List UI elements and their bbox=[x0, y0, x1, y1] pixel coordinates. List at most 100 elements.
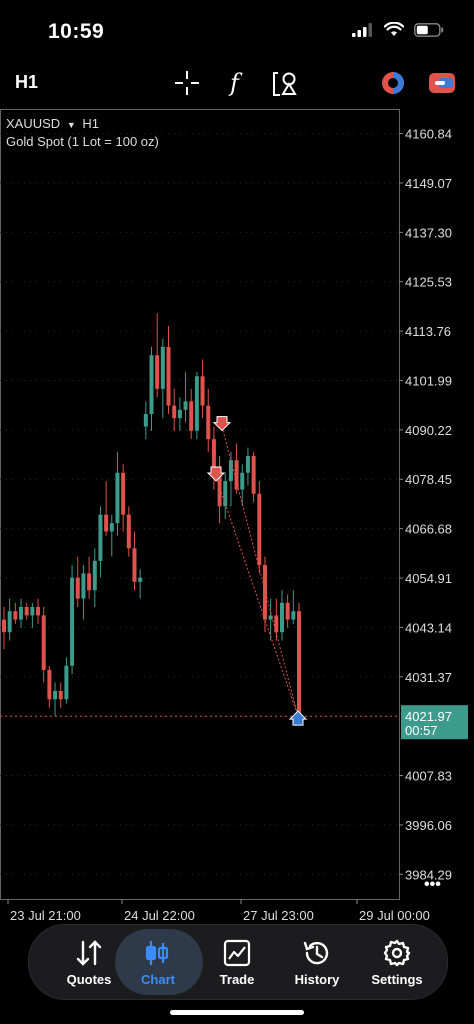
candle-body bbox=[297, 611, 301, 717]
candle-body bbox=[138, 577, 143, 582]
candle-body bbox=[47, 669, 52, 700]
status-time: 10:59 bbox=[48, 20, 105, 43]
y-tick-label: 4090.22 bbox=[405, 423, 452, 438]
tab-history[interactable]: History bbox=[277, 925, 357, 999]
objects-icon[interactable] bbox=[271, 68, 301, 98]
chart-symbol-label: XAUUSD ▼ H1 bbox=[6, 116, 99, 131]
x-tick-label: 23 Jul 21:00 bbox=[10, 908, 81, 923]
trade-link-line bbox=[221, 426, 299, 717]
candle-body bbox=[262, 565, 267, 620]
bar-countdown: 00:57 bbox=[405, 723, 438, 738]
candlestick-chart[interactable]: 4160.84 4149.07 4137.30 4125.53 4113.76 4101.… bbox=[0, 109, 474, 931]
candle-body bbox=[279, 602, 284, 633]
status-icons bbox=[352, 22, 444, 37]
candle-body bbox=[240, 472, 245, 490]
home-indicator bbox=[170, 1010, 304, 1015]
y-tick-label: 4160.84 bbox=[405, 127, 452, 142]
function-icon[interactable]: f bbox=[222, 68, 252, 98]
candle-body bbox=[58, 690, 63, 700]
x-tick-label: 24 Jul 22:00 bbox=[124, 908, 195, 923]
y-tick-label: 4101.99 bbox=[405, 373, 452, 388]
candle-body bbox=[251, 455, 256, 494]
symbol-description: Gold Spot (1 Lot = 100 oz) bbox=[6, 134, 159, 149]
candle-body bbox=[177, 409, 182, 419]
candle-body bbox=[53, 690, 58, 700]
tab-settings[interactable]: Settings bbox=[357, 925, 437, 999]
y-tick-label: 4125.53 bbox=[405, 275, 452, 290]
candle-body bbox=[194, 376, 199, 431]
candle-body bbox=[24, 606, 29, 616]
bottom-tab-bar: Quotes Chart Trade History Settings bbox=[28, 924, 448, 1000]
chart-area[interactable]: 4160.84 4149.07 4137.30 4125.53 4113.76 4101.… bbox=[0, 109, 474, 931]
candle-body bbox=[200, 376, 205, 406]
candle-body bbox=[19, 606, 24, 620]
current-price-value: 4021.97 bbox=[405, 709, 452, 724]
candle-body bbox=[149, 355, 154, 415]
status-bar: 10:59 bbox=[0, 0, 474, 60]
candle-body bbox=[109, 523, 114, 532]
candle-body bbox=[81, 573, 86, 599]
y-tick-label: 4078.45 bbox=[405, 472, 452, 487]
y-tick-label: 4007.83 bbox=[405, 769, 452, 784]
timeframe-button[interactable]: H1 bbox=[15, 72, 38, 93]
candle-body bbox=[155, 355, 160, 389]
svg-text:f: f bbox=[228, 70, 243, 96]
candle-body bbox=[291, 611, 296, 620]
tab-chart[interactable]: Chart bbox=[113, 925, 203, 999]
candle-body bbox=[2, 619, 6, 633]
tab-label: Trade bbox=[219, 972, 255, 987]
candle-body bbox=[36, 606, 41, 616]
candle-body bbox=[245, 455, 250, 473]
account-icon[interactable] bbox=[427, 68, 457, 98]
trade-link-line bbox=[215, 476, 299, 717]
candle-body bbox=[87, 573, 92, 591]
candle-body bbox=[75, 577, 80, 599]
candle-body bbox=[189, 401, 194, 431]
buy-arrow-icon bbox=[288, 710, 308, 726]
y-tick-label: 4054.91 bbox=[405, 571, 452, 586]
tab-label: Settings bbox=[371, 972, 423, 987]
candle-body bbox=[257, 493, 262, 566]
candle-body bbox=[7, 611, 12, 633]
candle-body bbox=[104, 514, 109, 532]
symbol-dropdown-icon[interactable]: ▼ bbox=[67, 120, 76, 130]
candle-body bbox=[160, 346, 165, 389]
plot-frame bbox=[0, 109, 400, 900]
more-options-icon[interactable]: ••• bbox=[424, 876, 441, 893]
candle-body bbox=[183, 401, 188, 410]
candle-body bbox=[228, 460, 233, 482]
candle-body bbox=[121, 472, 126, 515]
symbol-name: XAUUSD bbox=[6, 116, 61, 131]
x-tick-label: 29 Jul 00:00 bbox=[359, 908, 430, 923]
candle-body bbox=[126, 514, 131, 549]
y-tick-label: 4031.37 bbox=[405, 670, 452, 685]
tab-trade[interactable]: Trade bbox=[197, 925, 277, 999]
tab-label: History bbox=[294, 972, 340, 987]
candle-body bbox=[234, 460, 239, 490]
history-icon bbox=[303, 941, 329, 965]
trade-icon bbox=[223, 939, 251, 967]
battery-icon bbox=[414, 22, 444, 37]
y-tick-label: 4113.76 bbox=[405, 324, 451, 339]
indicator-color-icon[interactable] bbox=[378, 68, 408, 98]
candle-body bbox=[285, 602, 290, 620]
candle-body bbox=[166, 346, 171, 406]
candle-body bbox=[92, 560, 97, 591]
y-tick-label: 4137.30 bbox=[405, 225, 452, 240]
candle-body bbox=[223, 481, 228, 507]
candle-body bbox=[13, 611, 18, 620]
candle-body bbox=[132, 548, 137, 582]
candle-body bbox=[172, 405, 177, 419]
candle-body bbox=[206, 405, 211, 440]
candle-body bbox=[98, 514, 103, 561]
y-tick-label: 4149.07 bbox=[405, 176, 452, 191]
crosshair-icon[interactable] bbox=[172, 68, 202, 98]
settings-icon bbox=[383, 939, 411, 967]
y-tick-label: 3996.06 bbox=[405, 818, 452, 833]
y-tick-label: 4043.14 bbox=[405, 620, 452, 635]
chart-icon bbox=[145, 941, 169, 965]
symbol-timeframe: H1 bbox=[82, 116, 99, 131]
quotes-icon bbox=[76, 940, 102, 966]
candle-body bbox=[41, 615, 46, 670]
tab-label: Chart bbox=[141, 972, 175, 987]
